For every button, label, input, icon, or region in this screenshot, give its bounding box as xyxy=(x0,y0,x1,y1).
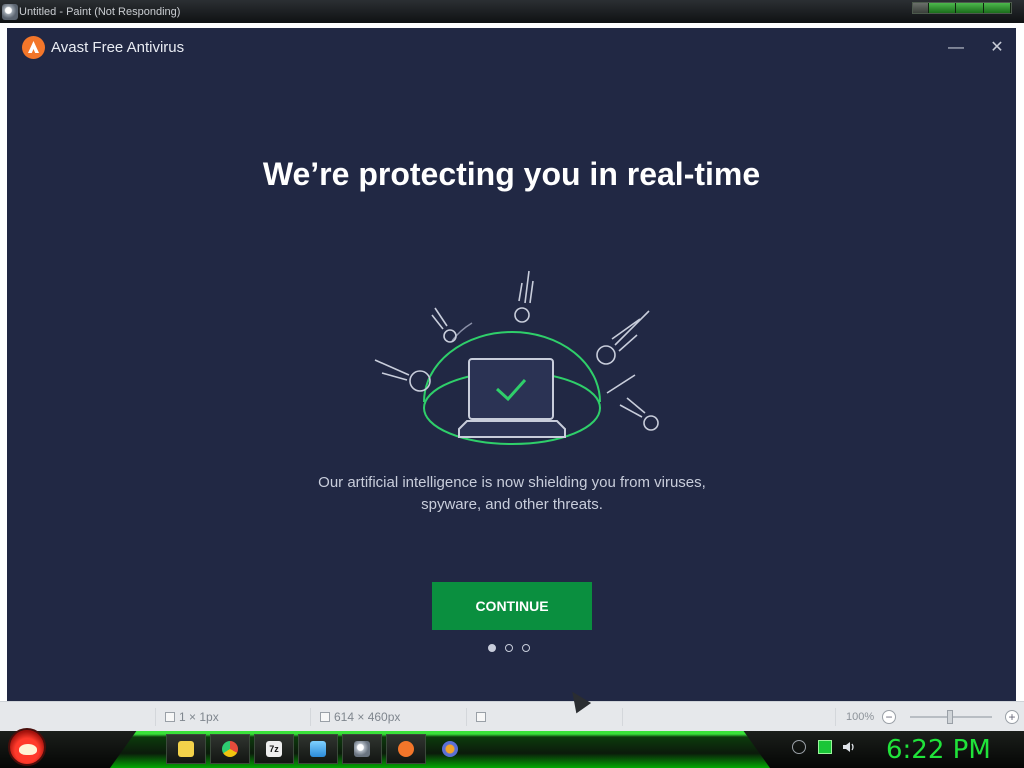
status-separator xyxy=(310,708,311,726)
status-separator xyxy=(466,708,467,726)
window-caption-buttons[interactable] xyxy=(912,2,1012,14)
avast-logo-icon xyxy=(22,36,45,59)
description-text: Our artificial intelligence is now shiel… xyxy=(297,472,727,516)
caption-restore-button[interactable] xyxy=(956,3,984,13)
taskbar-folder[interactable] xyxy=(166,734,206,764)
minimize-button[interactable]: — xyxy=(946,38,966,58)
monitor-app-icon xyxy=(310,741,326,757)
paint-titlebar[interactable]: Untitled - Paint (Not Responding) xyxy=(0,0,1024,23)
avast-window: Avast Free Antivirus — ✕ We’re protectin… xyxy=(7,28,1016,701)
taskbar-avast[interactable] xyxy=(386,734,426,764)
selection-icon xyxy=(165,712,175,722)
disk-icon xyxy=(476,712,486,722)
continue-button[interactable]: CONTINUE xyxy=(432,582,592,630)
7zip-icon: 7z xyxy=(266,741,282,757)
avast-secure-browser-icon xyxy=(442,741,458,757)
taskbar-7zip[interactable]: 7z xyxy=(254,734,294,764)
taskbar xyxy=(0,731,1024,768)
image-size-icon xyxy=(320,712,330,722)
description-line-2: spyware, and other threats. xyxy=(421,496,603,513)
selection-size-text: 1 × 1px xyxy=(179,710,219,724)
page-dot-3[interactable] xyxy=(522,644,530,652)
taskbar-chrome[interactable] xyxy=(210,734,250,764)
volume-icon[interactable] xyxy=(842,740,856,754)
status-separator xyxy=(835,708,836,726)
close-button[interactable]: ✕ xyxy=(987,38,1007,58)
caption-minimize-button[interactable] xyxy=(913,3,929,13)
selection-size: 1 × 1px xyxy=(165,710,219,724)
caption-close-button[interactable] xyxy=(983,3,1011,13)
zoom-level: 100% xyxy=(846,711,875,723)
folder-icon xyxy=(178,741,194,757)
start-button[interactable] xyxy=(8,728,46,766)
taskbar-avast-secure-browser[interactable] xyxy=(430,734,470,764)
zoom-out-button[interactable]: − xyxy=(882,710,896,724)
page-dot-1[interactable] xyxy=(488,644,496,652)
image-size-text: 614 × 460px xyxy=(334,710,401,724)
caption-maximize-button[interactable] xyxy=(929,3,957,13)
paint-status-bar: 1 × 1px 614 × 460px 100% − + xyxy=(0,701,1024,731)
paint-icon xyxy=(354,741,370,757)
zoom-in-button[interactable]: + xyxy=(1005,710,1019,724)
shield-laptop-illustration xyxy=(374,270,659,445)
chrome-icon xyxy=(222,741,238,757)
taskbar-clock[interactable]: 6:22 PM xyxy=(886,735,991,765)
paint-app-icon xyxy=(2,3,18,20)
image-size: 614 × 460px xyxy=(320,710,400,724)
page-indicator xyxy=(488,644,530,652)
status-separator xyxy=(622,708,623,726)
page-title: We’re protecting you in real-time xyxy=(262,156,761,192)
taskbar-monitor-app[interactable] xyxy=(298,734,338,764)
zoom-slider-thumb[interactable] xyxy=(947,710,953,724)
avast-app-title: Avast Free Antivirus xyxy=(51,39,185,56)
page-dot-2[interactable] xyxy=(505,644,513,652)
paint-window-title: Untitled - Paint (Not Responding) xyxy=(19,5,181,18)
description-line-1: Our artificial intelligence is now shiel… xyxy=(318,474,706,491)
network-icon[interactable] xyxy=(818,740,832,754)
keyboard-icon[interactable] xyxy=(792,740,806,754)
avast-icon xyxy=(398,741,414,757)
taskbar-paint[interactable] xyxy=(342,734,382,764)
status-separator xyxy=(155,708,156,726)
